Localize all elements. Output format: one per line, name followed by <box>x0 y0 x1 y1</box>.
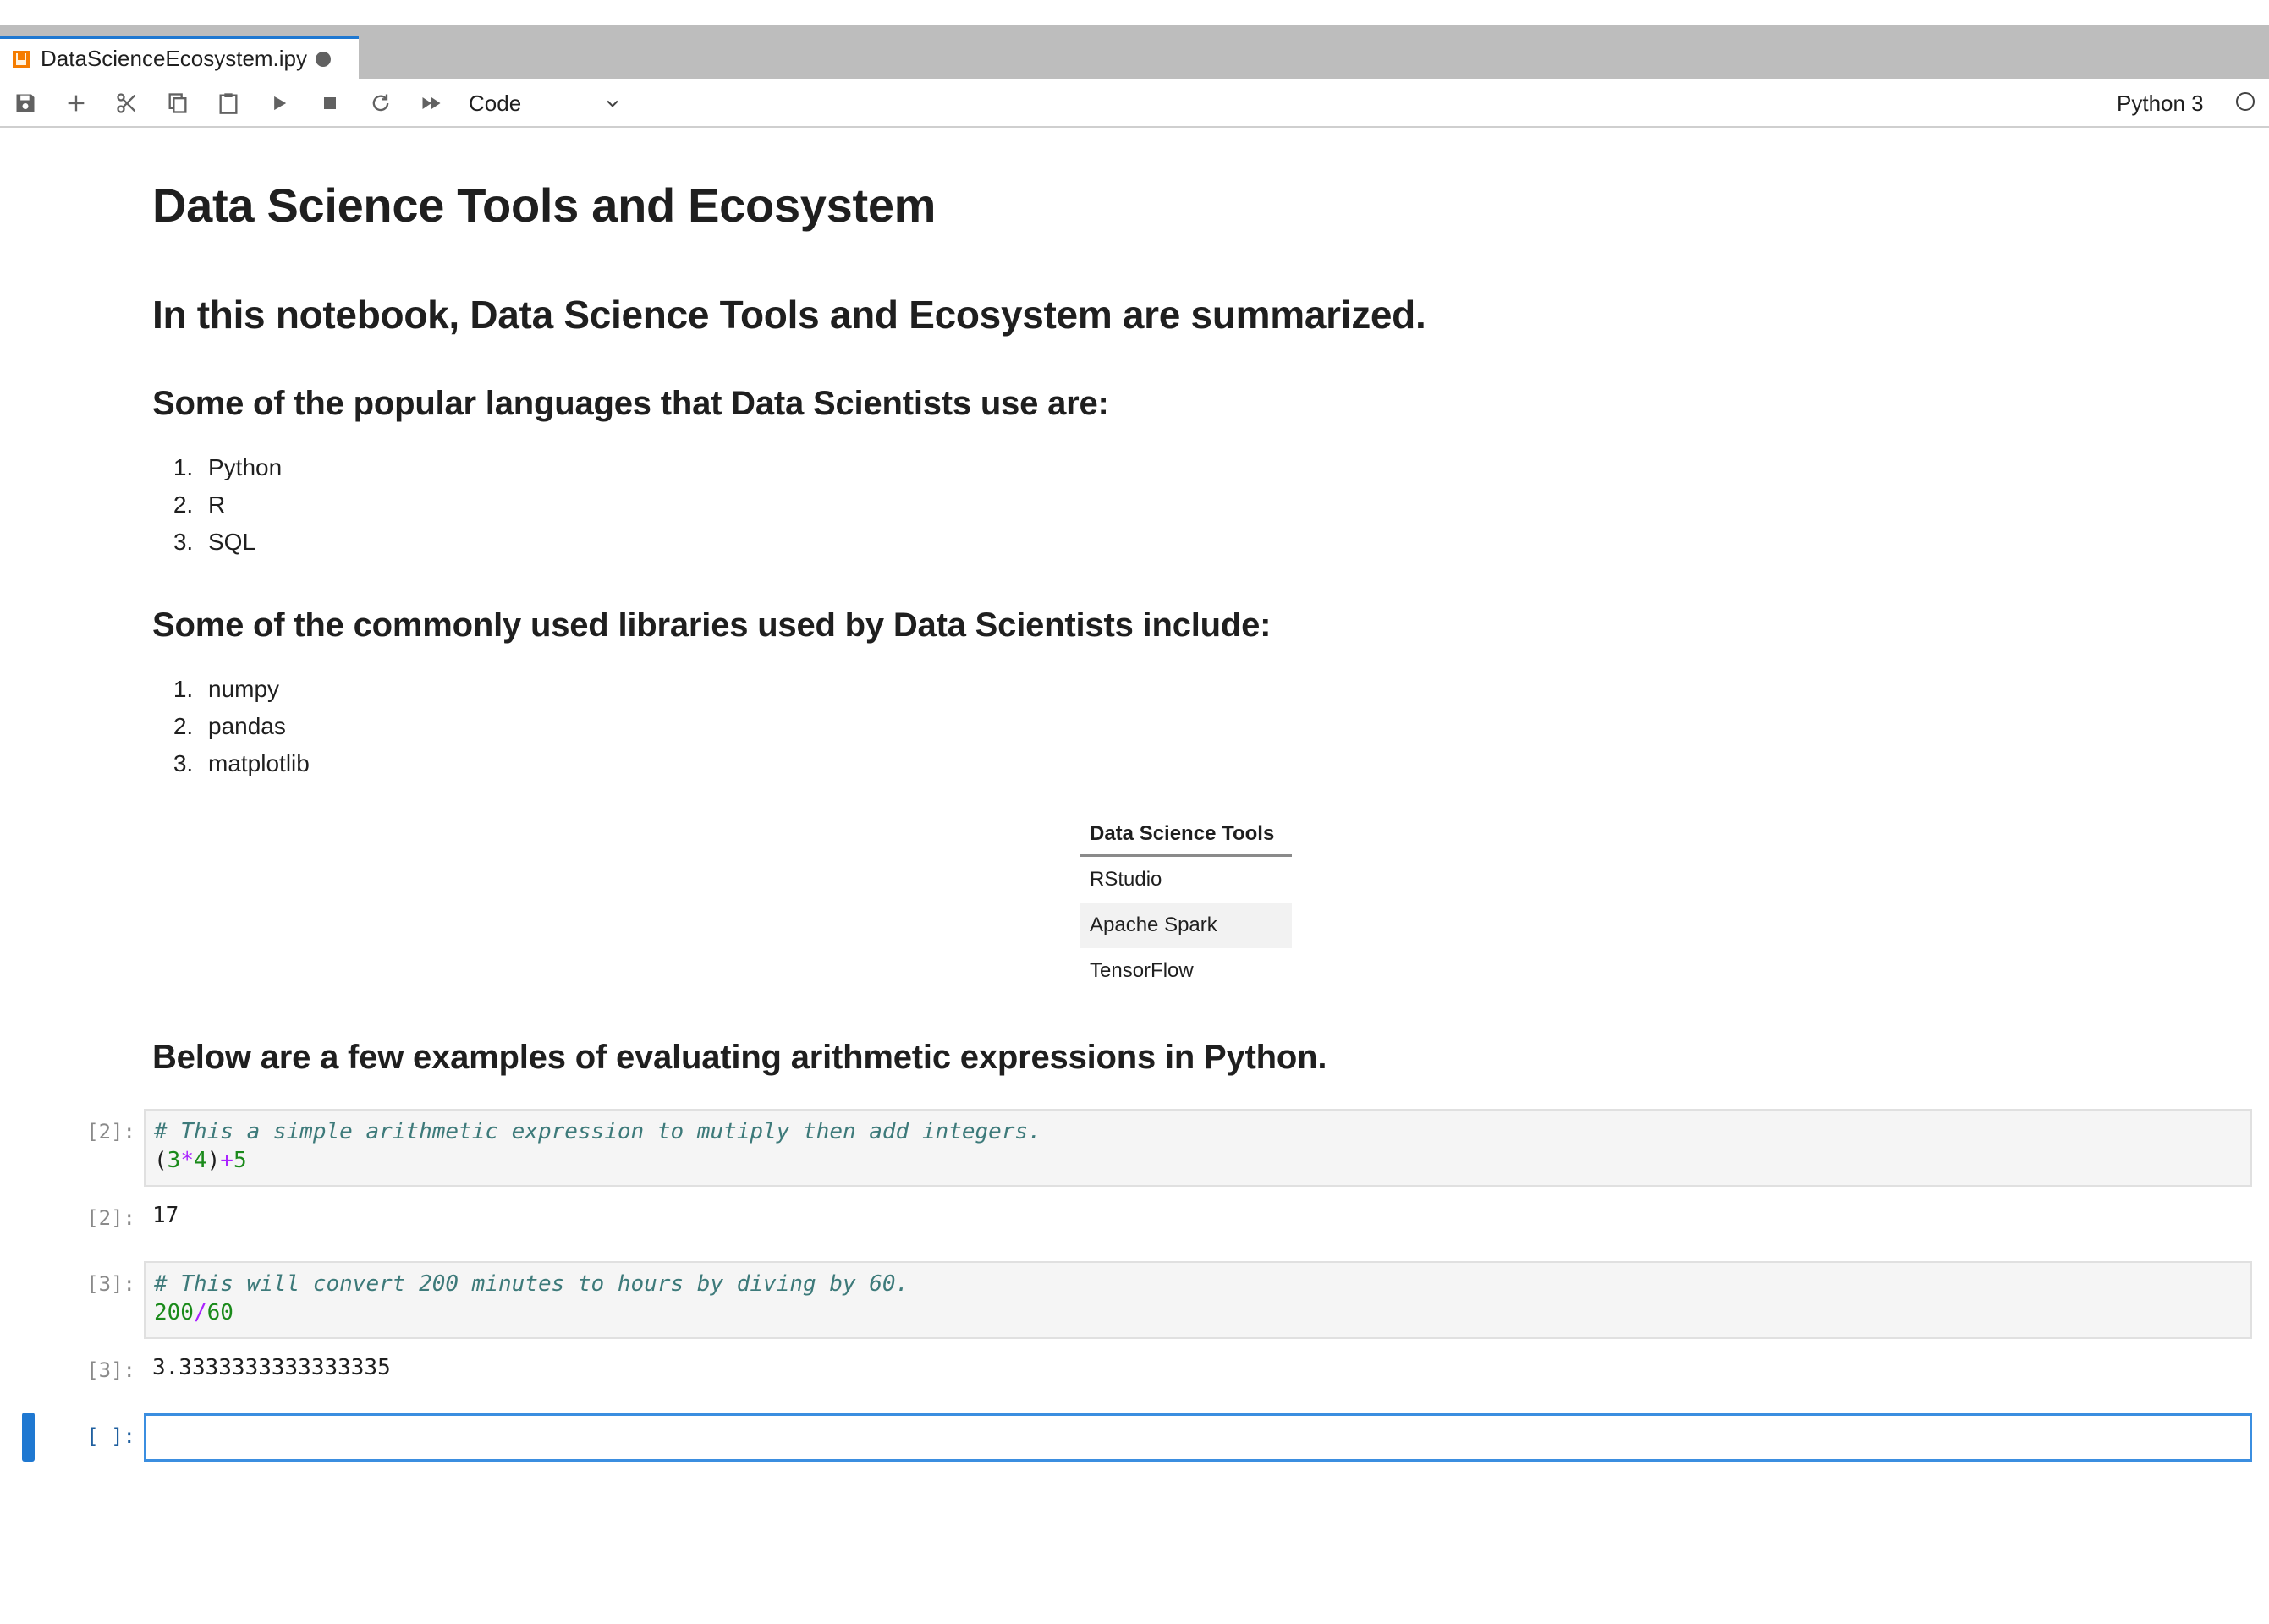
code-token: ) <box>206 1148 221 1173</box>
stop-icon <box>324 97 336 109</box>
restart-icon <box>372 94 389 112</box>
table-cell: RStudio <box>1090 868 1162 891</box>
code-token: 5 <box>233 1148 247 1173</box>
examples-heading: Below are a few examples of evaluating a… <box>152 1039 1327 1076</box>
save-button[interactable] <box>11 89 40 118</box>
active-cell-indicator[interactable] <box>22 1413 35 1462</box>
table-header: Data Science Tools <box>1080 812 1292 857</box>
run-all-button[interactable] <box>417 89 446 118</box>
code-token: 60 <box>206 1300 233 1325</box>
code-comment: # This a simple arithmetic expression to… <box>154 1119 1041 1144</box>
list-item: matplotlib <box>200 745 310 782</box>
languages-heading: Some of the popular languages that Data … <box>152 385 1109 422</box>
code-token: + <box>220 1148 233 1173</box>
code-comment: # This will convert 200 minutes to hours… <box>154 1271 909 1297</box>
kernel-name[interactable]: Python 3 <box>2117 91 2204 117</box>
list-item: Python <box>200 449 282 486</box>
cut-icon <box>117 93 136 113</box>
table-cell: TensorFlow <box>1090 959 1194 982</box>
add-cell-button[interactable] <box>62 89 91 118</box>
list-item: pandas <box>200 708 310 745</box>
intro-heading: In this notebook, Data Science Tools and… <box>152 293 1426 337</box>
cut-button[interactable] <box>113 89 141 118</box>
paste-icon <box>219 93 238 114</box>
output-prompt: [3]: <box>86 1358 135 1382</box>
list-item: R <box>200 486 282 524</box>
stop-button[interactable] <box>316 89 344 118</box>
table-header-row: Data Science Tools <box>1080 812 1292 857</box>
table-row: TensorFlow <box>1080 948 1292 994</box>
copy-icon <box>168 93 187 113</box>
run-icon <box>274 96 287 111</box>
chevron-down-icon <box>607 100 618 107</box>
cell-output: 3.3333333333333335 <box>152 1355 391 1380</box>
tab-title: DataScienceEcosystem.ipy <box>41 46 308 71</box>
input-prompt: [ ]: <box>86 1424 135 1448</box>
unsaved-dot-icon[interactable] <box>316 51 332 67</box>
cell-output: 17 <box>152 1203 179 1228</box>
code-cell-editor[interactable]: # This a simple arithmetic expression to… <box>144 1109 2252 1187</box>
code-token: / <box>193 1300 207 1325</box>
code-token: 4 <box>193 1148 207 1173</box>
run-button[interactable] <box>265 89 294 118</box>
code-token: 200 <box>154 1300 194 1325</box>
table-row: Apache Spark <box>1080 903 1292 948</box>
libraries-list: numpy pandas matplotlib <box>152 671 310 782</box>
cell-type-select[interactable]: Code <box>469 87 621 119</box>
table-row: RStudio <box>1080 856 1292 903</box>
list-item: numpy <box>200 671 310 708</box>
code-cell-editor[interactable]: # This will convert 200 minutes to hours… <box>144 1261 2252 1339</box>
tools-table: Data Science Tools RStudio Apache Spark … <box>1080 812 1292 994</box>
code-token: 3 <box>167 1148 181 1173</box>
fast-forward-icon <box>422 97 441 109</box>
table-cell: Apache Spark <box>1080 903 1292 948</box>
code-token: * <box>180 1148 194 1173</box>
libraries-heading: Some of the commonly used libraries used… <box>152 606 1272 644</box>
tab-bar: DataScienceEcosystem.ipy <box>0 25 2269 79</box>
languages-list: Python R SQL <box>152 449 282 561</box>
window-top-margin <box>0 0 2269 25</box>
notebook-toolbar: Code Python 3 <box>0 79 2269 128</box>
output-prompt: [2]: <box>86 1206 135 1230</box>
kernel-status-icon <box>2236 92 2255 111</box>
input-prompt: [2]: <box>86 1120 135 1144</box>
add-cell-icon <box>68 95 85 112</box>
code-token: ( <box>154 1148 168 1173</box>
paste-button[interactable] <box>214 89 243 118</box>
restart-button[interactable] <box>366 89 395 118</box>
input-prompt: [3]: <box>86 1272 135 1296</box>
list-item: SQL <box>200 524 282 561</box>
copy-button[interactable] <box>163 89 192 118</box>
save-icon <box>16 94 35 112</box>
tab-notebook[interactable]: DataScienceEcosystem.ipy <box>0 36 359 79</box>
notebook-icon <box>13 50 30 68</box>
notebook-title: Data Science Tools and Ecosystem <box>152 178 937 232</box>
cell-type-value: Code <box>469 90 522 116</box>
empty-code-cell-editor[interactable] <box>144 1413 2252 1462</box>
